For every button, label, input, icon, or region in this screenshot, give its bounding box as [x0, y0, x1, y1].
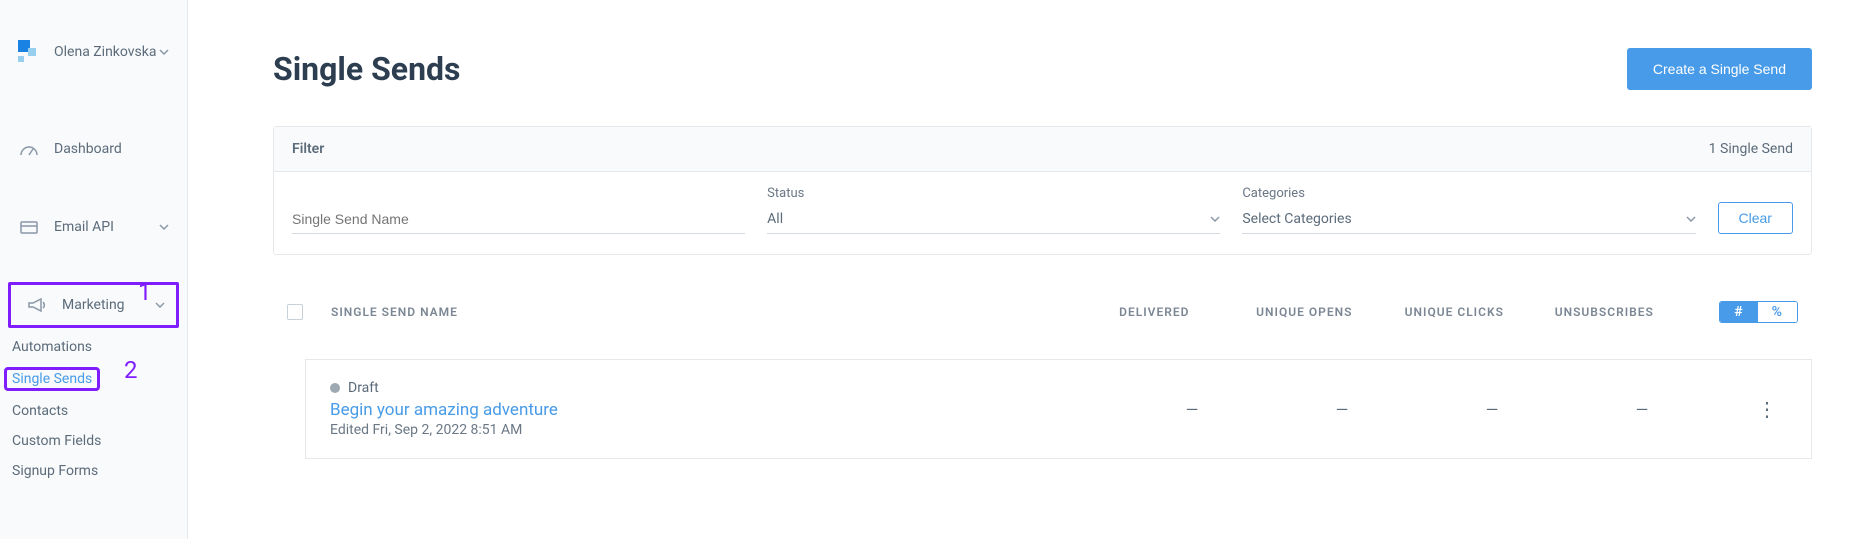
brand-logo-icon — [18, 40, 42, 64]
annotation-1: 1 — [138, 278, 152, 306]
select-all-checkbox[interactable] — [287, 304, 303, 320]
filter-panel: Filter 1 Single Send Status All Categori… — [273, 126, 1812, 255]
clear-button[interactable]: Clear — [1718, 202, 1793, 234]
sidebar-item-marketing[interactable]: Marketing — [8, 282, 179, 328]
gauge-icon — [18, 138, 40, 160]
row-opens: — — [1267, 400, 1417, 419]
chevron-down-icon — [159, 222, 169, 232]
table-row[interactable]: Draft Begin your amazing adventure Edite… — [305, 359, 1812, 459]
page-title: Single Sends — [273, 50, 460, 88]
categories-label: Categories — [1242, 186, 1695, 201]
chevron-down-icon — [155, 300, 165, 310]
sidebar-sub-contacts[interactable]: Contacts — [12, 396, 187, 426]
card-icon — [18, 216, 40, 238]
megaphone-icon — [26, 294, 48, 316]
row-meta: Edited Fri, Sep 2, 2022 8:51 AM — [330, 422, 1117, 438]
create-single-send-button[interactable]: Create a Single Send — [1627, 48, 1812, 90]
filter-title: Filter — [292, 141, 324, 157]
row-status: Draft — [348, 380, 379, 396]
sidebar-item-email-api[interactable]: Email API — [0, 204, 187, 250]
table-header-row: Single Send Name Delivered Unique Opens … — [273, 295, 1812, 329]
status-select[interactable]: All — [767, 205, 1220, 234]
sidebar-item-dashboard[interactable]: Dashboard — [0, 126, 187, 172]
user-name: Olena Zinkovska — [54, 44, 159, 60]
filter-count: 1 Single Send — [1709, 141, 1793, 157]
column-header-name: Single Send Name — [331, 305, 1079, 319]
display-toggle: # % — [1719, 301, 1798, 323]
main-content: Single Sends Create a Single Send Filter… — [188, 0, 1872, 539]
row-unsubscribes: — — [1567, 400, 1717, 419]
column-header-delivered: Delivered — [1079, 305, 1229, 319]
row-delivered: — — [1117, 400, 1267, 419]
sidebar-item-label: Dashboard — [54, 141, 122, 157]
row-clicks: — — [1417, 400, 1567, 419]
sidebar-item-label: Email API — [54, 219, 114, 235]
chevron-down-icon — [159, 47, 169, 57]
categories-select[interactable]: Select Categories — [1242, 205, 1695, 234]
chevron-down-icon — [1686, 214, 1696, 224]
status-dot-icon — [330, 383, 340, 393]
row-title[interactable]: Begin your amazing adventure — [330, 400, 1117, 420]
sidebar-sub-single-sends[interactable]: Single Sends — [12, 362, 187, 396]
sidebar-sub-custom-fields[interactable]: Custom Fields — [12, 426, 187, 456]
toggle-hash-button[interactable]: # — [1720, 302, 1757, 322]
column-header-unsubscribes: Unsubscribes — [1529, 305, 1679, 319]
chevron-down-icon — [1210, 214, 1220, 224]
toggle-percent-button[interactable]: % — [1758, 302, 1797, 322]
status-label: Status — [767, 186, 1220, 201]
user-menu[interactable]: Olena Zinkovska — [0, 20, 187, 94]
sidebar: Olena Zinkovska Dashboard Email API — [0, 0, 188, 539]
sidebar-sub-signup-forms[interactable]: Signup Forms — [12, 456, 187, 486]
sidebar-sub-automations[interactable]: Automations — [12, 332, 187, 362]
column-header-opens: Unique Opens — [1229, 305, 1379, 319]
column-header-clicks: Unique Clicks — [1379, 305, 1529, 319]
sidebar-item-label: Marketing — [62, 297, 125, 313]
row-actions-menu[interactable]: ⋮ — [1747, 397, 1787, 421]
kebab-icon: ⋮ — [1757, 397, 1777, 421]
single-send-name-input[interactable] — [292, 205, 745, 234]
annotation-2: 2 — [124, 356, 138, 384]
